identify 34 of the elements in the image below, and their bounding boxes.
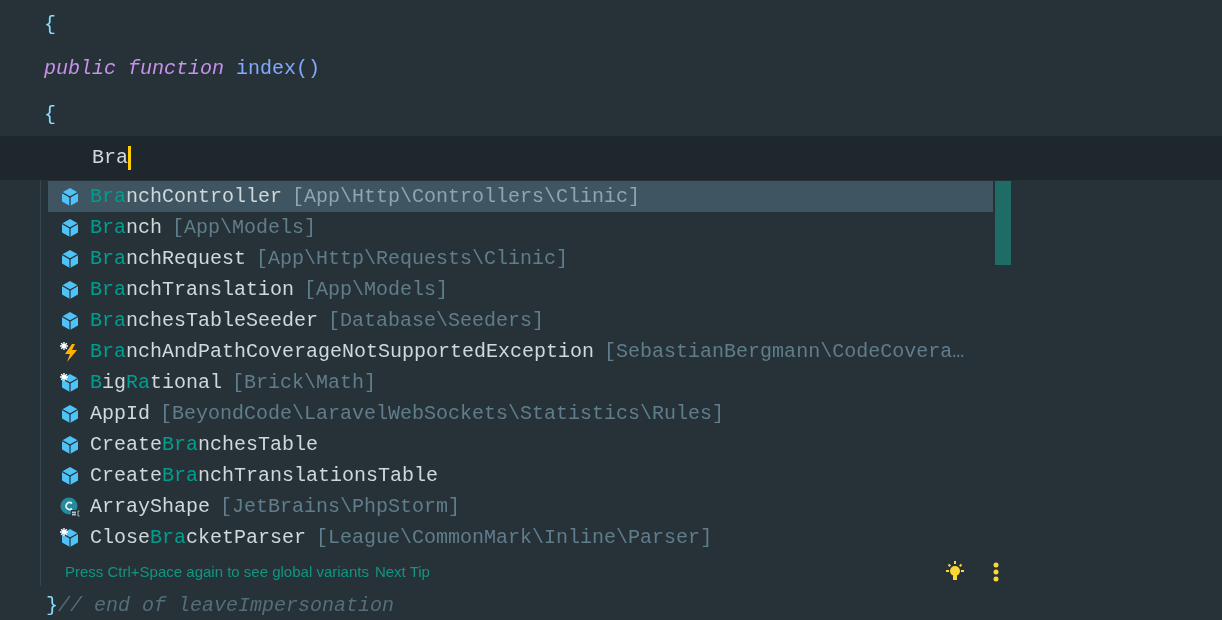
cube-icon <box>60 434 80 455</box>
completion-item[interactable]: CreateBranchTranslationsTable <box>48 460 993 491</box>
completion-item[interactable]: CloseBracketParser [League\CommonMark\Inline\Parser] <box>48 522 993 553</box>
next-tip-link[interactable]: Next Tip <box>374 560 430 584</box>
completion-item[interactable]: BigRational [Brick\Math] <box>48 367 993 398</box>
code-line: }// end of leaveImpersonation <box>46 593 395 619</box>
completion-item[interactable]: CreateBranchesTable <box>48 429 993 460</box>
cube-icon <box>60 279 80 300</box>
cube-icon <box>60 248 80 269</box>
completion-item[interactable]: ArrayShape [JetBrains\PhpStorm] <box>48 491 993 522</box>
code-line: public function index() <box>44 56 321 82</box>
completion-item[interactable]: BranchesTableSeeder [Database\Seeders] <box>48 305 993 336</box>
completion-item[interactable]: AppId [BeyondCode\LaravelWebSockets\Statistics\Rules] <box>48 398 993 429</box>
completion-item[interactable]: BranchController [App\Http\Controllers\Clinic] <box>48 181 993 212</box>
completion-item[interactable]: BranchAndPathCoverageNotSupportedException [SebastianBergmann\CodeCovera… <box>48 336 993 367</box>
more-options-icon[interactable] <box>993 562 999 582</box>
cube-icon <box>60 465 80 486</box>
code-line: Bra <box>92 145 128 171</box>
cube-icon <box>60 217 80 238</box>
cube-icon <box>60 310 80 331</box>
hint-text: Press Ctrl+Space again to see global variants <box>65 561 369 582</box>
cube-icon <box>60 527 80 548</box>
code-line: { <box>44 102 56 128</box>
code-line: { <box>44 12 56 38</box>
scrollbar-thumb[interactable] <box>995 181 1011 265</box>
text-cursor <box>128 146 131 170</box>
attribute-icon <box>60 496 80 517</box>
completion-item[interactable]: BranchTranslation [App\Models] <box>48 274 993 305</box>
lightning-icon <box>60 341 80 362</box>
completion-item[interactable]: Branch [App\Models] <box>48 212 993 243</box>
cube-icon <box>60 403 80 424</box>
cube-icon <box>60 372 80 393</box>
cube-icon <box>60 186 80 207</box>
completion-item[interactable]: BranchRequest [App\Http\Requests\Clinic] <box>48 243 993 274</box>
